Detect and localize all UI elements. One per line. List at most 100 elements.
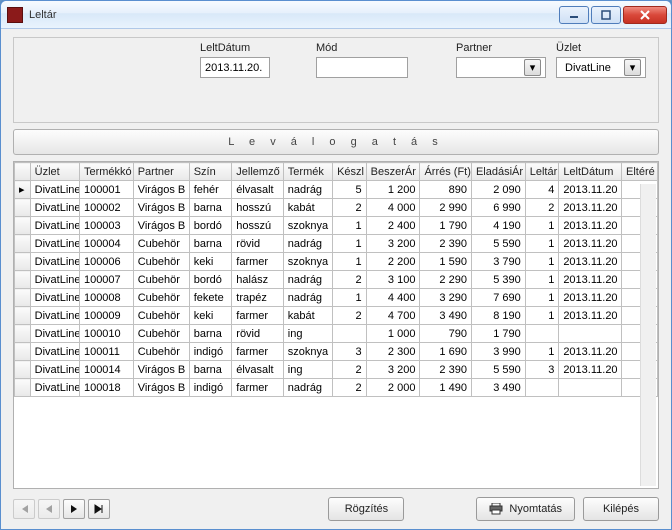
cell[interactable]: 2 (333, 379, 367, 397)
cell[interactable]: élvasalt (232, 361, 284, 379)
cell[interactable]: DivatLine (30, 217, 79, 235)
table-row[interactable]: DivatLine100010Cubehörbarnaröviding1 000… (15, 325, 658, 343)
table-row[interactable]: DivatLine100008Cubehörfeketetrapéznadrág… (15, 289, 658, 307)
cell[interactable]: 2013.11.20 (559, 253, 622, 271)
cell[interactable]: 100004 (79, 235, 133, 253)
data-grid[interactable]: ÜzletTermékkóPartnerSzínJellemzőTermékKé… (13, 161, 659, 489)
cell[interactable]: 2 200 (366, 253, 420, 271)
cell[interactable]: DivatLine (30, 235, 79, 253)
cell[interactable]: Cubehör (133, 253, 189, 271)
cell[interactable]: 4 000 (366, 199, 420, 217)
column-header[interactable]: Leltár (525, 163, 559, 181)
cell[interactable]: 2013.11.20 (559, 199, 622, 217)
cell[interactable]: DivatLine (30, 253, 79, 271)
cell[interactable] (559, 325, 622, 343)
kilepes-button[interactable]: Kilépés (583, 497, 659, 521)
table-row[interactable]: DivatLine100009Cubehörkekifarmerkabát24 … (15, 307, 658, 325)
cell[interactable]: 5 (333, 181, 367, 199)
cell[interactable]: 5 390 (471, 271, 525, 289)
cell[interactable]: 100010 (79, 325, 133, 343)
cell[interactable]: 100007 (79, 271, 133, 289)
cell[interactable]: rövid (232, 235, 284, 253)
cell[interactable]: ing (283, 361, 332, 379)
cell[interactable]: DivatLine (30, 289, 79, 307)
cell[interactable]: 1 (525, 271, 559, 289)
cell[interactable]: 2013.11.20 (559, 271, 622, 289)
cell[interactable]: 100003 (79, 217, 133, 235)
cell[interactable]: 2013.11.20 (559, 217, 622, 235)
cell[interactable]: 2 090 (471, 181, 525, 199)
column-header[interactable]: Szín (189, 163, 232, 181)
cell[interactable]: 2 (333, 271, 367, 289)
column-header[interactable]: Jellemző (232, 163, 284, 181)
cell[interactable]: DivatLine (30, 199, 79, 217)
cell[interactable]: 1 (525, 343, 559, 361)
cell[interactable]: DivatLine (30, 343, 79, 361)
cell[interactable]: szoknya (283, 253, 332, 271)
cell[interactable]: 3 200 (366, 361, 420, 379)
cell[interactable]: 3 (333, 343, 367, 361)
column-header[interactable]: LeltDátum (559, 163, 622, 181)
vertical-scrollbar[interactable] (640, 184, 656, 486)
cell[interactable]: 1 (333, 217, 367, 235)
cell[interactable]: 100008 (79, 289, 133, 307)
cell[interactable]: 2 (525, 199, 559, 217)
cell[interactable]: 2013.11.20 (559, 361, 622, 379)
cell[interactable]: hosszú (232, 217, 284, 235)
cell[interactable]: 2013.11.20 (559, 343, 622, 361)
cell[interactable]: 4 400 (366, 289, 420, 307)
column-header[interactable]: Készl (333, 163, 367, 181)
cell[interactable]: 8 190 (471, 307, 525, 325)
cell[interactable]: 1 (333, 235, 367, 253)
table-row[interactable]: DivatLine100007Cubehörbordóhalásznadrág2… (15, 271, 658, 289)
cell[interactable]: 100011 (79, 343, 133, 361)
cell[interactable]: 3 790 (471, 253, 525, 271)
nyomtatas-button[interactable]: Nyomtatás (476, 497, 575, 521)
cell[interactable]: 1 (525, 253, 559, 271)
cell[interactable]: trapéz (232, 289, 284, 307)
cell[interactable] (525, 379, 559, 397)
cell[interactable]: 100006 (79, 253, 133, 271)
cell[interactable]: 6 990 (471, 199, 525, 217)
cell[interactable]: keki (189, 307, 232, 325)
cell[interactable]: farmer (232, 307, 284, 325)
cell[interactable]: 4 700 (366, 307, 420, 325)
cell[interactable]: kabát (283, 307, 332, 325)
cell[interactable]: nadrág (283, 181, 332, 199)
cell[interactable]: 3 990 (471, 343, 525, 361)
column-header[interactable]: EladásiÁr (471, 163, 525, 181)
table-row[interactable]: DivatLine100006Cubehörkekifarmerszoknya 1… (15, 253, 658, 271)
cell[interactable]: hosszú (232, 199, 284, 217)
cell[interactable]: 1 (525, 307, 559, 325)
cell[interactable]: farmer (232, 253, 284, 271)
cell[interactable]: 2013.11.20 (559, 181, 622, 199)
table-row[interactable]: DivatLine100011Cubehörindigófarmerszokny… (15, 343, 658, 361)
cell[interactable]: barna (189, 199, 232, 217)
cell[interactable]: 890 (420, 181, 472, 199)
nav-prev-button[interactable] (38, 499, 60, 519)
cell[interactable]: szoknya (283, 343, 332, 361)
cell[interactable]: Cubehör (133, 343, 189, 361)
table-row[interactable]: ▸DivatLine100001Virágos Bfehérélvasaltna… (15, 181, 658, 199)
close-button[interactable] (623, 6, 667, 24)
cell[interactable]: 1 490 (420, 379, 472, 397)
cell[interactable]: 3 (525, 361, 559, 379)
rogzites-button[interactable]: Rögzítés (328, 497, 404, 521)
cell[interactable]: Cubehör (133, 235, 189, 253)
cell[interactable]: 2 000 (366, 379, 420, 397)
cell[interactable]: DivatLine (30, 379, 79, 397)
leltdatum-input[interactable] (200, 57, 270, 78)
cell[interactable]: 3 100 (366, 271, 420, 289)
cell[interactable]: DivatLine (30, 271, 79, 289)
cell[interactable]: farmer (232, 343, 284, 361)
cell[interactable]: DivatLine (30, 325, 79, 343)
cell[interactable]: kabát (283, 199, 332, 217)
cell[interactable]: 4 190 (471, 217, 525, 235)
cell[interactable]: barna (189, 361, 232, 379)
cell[interactable]: 2 290 (420, 271, 472, 289)
cell[interactable]: bordó (189, 271, 232, 289)
cell[interactable]: szoknya (283, 217, 332, 235)
cell[interactable] (525, 325, 559, 343)
titlebar[interactable]: Leltár (1, 1, 671, 29)
cell[interactable]: keki (189, 253, 232, 271)
